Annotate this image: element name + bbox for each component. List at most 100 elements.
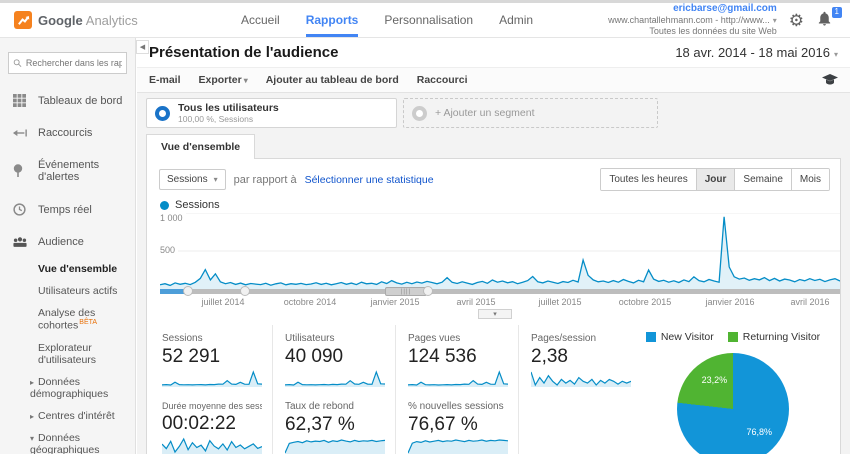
google-analytics-logo-icon bbox=[14, 11, 32, 29]
y-axis-tick: 1 000 bbox=[160, 213, 186, 223]
sidebar-item-label: Tableaux de bord bbox=[38, 94, 123, 107]
metric-card-new-sessions: % nouvelles sessions 76,67 % bbox=[406, 393, 519, 454]
add-to-dashboard-button[interactable]: Ajouter au tableau de bord bbox=[266, 74, 399, 86]
segment-all-users[interactable]: Tous les utilisateurs 100,00 %, Sessions bbox=[146, 98, 397, 128]
shortcut-button[interactable]: Raccourci bbox=[417, 74, 468, 86]
beta-badge: BÊTA bbox=[79, 319, 98, 326]
metric-select-dropdown[interactable]: Sessions ▾ bbox=[159, 169, 226, 190]
metric-value: 52 291 bbox=[162, 346, 221, 367]
series-name: Sessions bbox=[175, 199, 220, 211]
sidebar: Tableaux de bord Raccourcis Événements d… bbox=[0, 38, 136, 454]
chart-legend: Sessions bbox=[147, 193, 840, 213]
sidebar-item-label: Événements d'alertes bbox=[38, 159, 100, 183]
account-view: Toutes les données du site Web bbox=[649, 26, 777, 37]
timeline-thumb[interactable] bbox=[385, 287, 427, 296]
metric-label[interactable]: % nouvelles sessions bbox=[408, 401, 508, 412]
date-range-picker[interactable]: 18 avr. 2014 - 18 mai 2016 ▾ bbox=[675, 45, 838, 60]
metric-sparkline bbox=[408, 369, 508, 387]
add-segment-button[interactable]: + Ajouter un segment bbox=[403, 98, 658, 128]
metric-label[interactable]: Pages vues bbox=[408, 333, 508, 344]
notifications-bell-icon[interactable]: 1 bbox=[816, 7, 842, 30]
metric-row: Sessions 52 291 Utilisateurs 40 090 Page… bbox=[160, 325, 631, 393]
granularity-month-button[interactable]: Mois bbox=[791, 169, 829, 190]
sidebar-item-dashboards[interactable]: Tableaux de bord bbox=[0, 84, 135, 117]
nav-customization[interactable]: Personnalisation bbox=[384, 3, 473, 37]
sidebar-item-label: Raccourcis bbox=[38, 127, 93, 139]
account-property: www.chantallehmann.com - http://www... ▾ bbox=[608, 15, 777, 25]
brand[interactable]: Google Analytics bbox=[0, 11, 175, 29]
metric-value: 62,37 % bbox=[285, 414, 355, 435]
report-search[interactable] bbox=[8, 52, 127, 74]
sidebar-item-intelligence-events[interactable]: Événements d'alertes bbox=[0, 149, 135, 193]
sidebar-item-real-time[interactable]: Temps réel bbox=[0, 193, 135, 226]
y-axis-tick: 500 bbox=[160, 245, 179, 255]
report-content: Tous les utilisateurs 100,00 %, Sessions… bbox=[137, 93, 850, 454]
metric-value: 76,67 % bbox=[408, 414, 478, 435]
x-axis-tick: octobre 2014 bbox=[283, 297, 337, 307]
timeline-handle[interactable] bbox=[183, 286, 193, 296]
select-metric-link[interactable]: Sélectionner une statistique bbox=[305, 174, 434, 186]
metric-row: Durée moyenne des sessions 00:02:22 Taux… bbox=[160, 393, 626, 454]
legend-swatch-icon bbox=[727, 332, 738, 342]
metric-label[interactable]: Durée moyenne des sessions bbox=[162, 401, 262, 411]
timeline-scrollbar[interactable] bbox=[160, 286, 840, 296]
sidebar-item-overview[interactable]: Vue d'ensemble bbox=[0, 258, 135, 280]
pie[interactable]: 76,8% 23,2% bbox=[677, 353, 789, 454]
sidebar-item-geo[interactable]: Données géographiques bbox=[0, 427, 135, 454]
add-segment-label: + Ajouter un segment bbox=[435, 107, 535, 119]
sidebar-item-interests[interactable]: Centres d'intérêt bbox=[0, 405, 135, 427]
chart-collapse-button[interactable]: ▾ bbox=[478, 309, 512, 319]
intelligence-insights-icon[interactable] bbox=[822, 74, 838, 86]
metric-label[interactable]: Sessions bbox=[162, 333, 262, 344]
sessions-line-chart: 1 000 500 juillet 2014 octobre 2014 janv… bbox=[160, 213, 840, 321]
export-button[interactable]: Exporter ▾ bbox=[199, 74, 248, 86]
settings-gear-icon[interactable]: ⚙ bbox=[789, 12, 804, 29]
line-plot bbox=[160, 213, 840, 289]
account-switcher[interactable]: ericbarse@gmail.com www.chantallehmann.c… bbox=[608, 3, 777, 38]
metric-label[interactable]: Utilisateurs bbox=[285, 333, 385, 344]
sidebar-item-audience[interactable]: Audience bbox=[0, 226, 135, 258]
email-button[interactable]: E-mail bbox=[149, 74, 181, 86]
report-action-bar: E-mail Exporter ▾ Ajouter au tableau de b… bbox=[137, 67, 850, 93]
x-axis: juillet 2014 octobre 2014 janvier 2015 a… bbox=[160, 297, 840, 309]
search-input[interactable] bbox=[25, 58, 122, 68]
metric-card-pageviews: Pages vues 124 536 bbox=[406, 325, 519, 393]
account-email: ericbarse@gmail.com bbox=[673, 2, 777, 14]
metric-label[interactable]: Taux de rebond bbox=[285, 401, 385, 412]
granularity-week-button[interactable]: Semaine bbox=[735, 169, 792, 190]
metric-card-bounce-rate: Taux de rebond 62,37 % bbox=[283, 393, 396, 454]
x-axis-tick: janvier 2016 bbox=[705, 297, 755, 307]
chevron-down-icon: ▾ bbox=[833, 50, 838, 59]
sidebar-item-shortcuts[interactable]: Raccourcis bbox=[0, 117, 135, 149]
metric-card-avg-duration: Durée moyenne des sessions 00:02:22 bbox=[160, 393, 273, 454]
metric-sparkline bbox=[162, 369, 262, 387]
timeline-handle[interactable] bbox=[240, 286, 250, 296]
audience-people-icon bbox=[13, 236, 28, 248]
metric-card-users: Utilisateurs 40 090 bbox=[283, 325, 396, 393]
segment-subtitle: 100,00 %, Sessions bbox=[178, 114, 254, 125]
sidebar-item-active-users[interactable]: Utilisateurs actifs bbox=[0, 280, 135, 302]
granularity-hourly-button[interactable]: Toutes les heures bbox=[601, 169, 697, 190]
chevron-down-icon: ▾ bbox=[213, 175, 218, 184]
granularity-day-button[interactable]: Jour bbox=[696, 169, 736, 190]
dashboards-grid-icon bbox=[13, 94, 28, 107]
sidebar-item-user-explorer[interactable]: Explorateur d'utilisateurs bbox=[0, 337, 135, 371]
brand-analytics-label: Analytics bbox=[85, 12, 138, 28]
sidebar-collapse-button[interactable]: ◀ bbox=[136, 40, 149, 54]
sidebar-item-demographics[interactable]: Données démographiques bbox=[0, 371, 135, 405]
nav-admin[interactable]: Admin bbox=[499, 3, 533, 37]
metric-sparkline bbox=[408, 437, 508, 454]
segment-donut-icon bbox=[155, 105, 170, 121]
metric-value: 40 090 bbox=[285, 346, 344, 367]
timeline-handle[interactable] bbox=[423, 286, 433, 296]
metric-label[interactable]: Pages/session bbox=[531, 333, 631, 344]
nav-home[interactable]: Accueil bbox=[241, 3, 280, 37]
nav-reports[interactable]: Rapports bbox=[305, 3, 359, 37]
sidebar-item-cohort-analysis[interactable]: Analyse des cohortesBÊTA bbox=[0, 302, 135, 337]
topbar-right: ericbarse@gmail.com www.chantallehmann.c… bbox=[608, 3, 850, 38]
tab-overview[interactable]: Vue d'ensemble bbox=[146, 134, 256, 159]
report-header: Présentation de l'audience 18 avr. 2014 … bbox=[137, 38, 850, 67]
notification-count-badge: 1 bbox=[831, 7, 842, 18]
clock-icon bbox=[13, 203, 28, 216]
vs-label: par rapport à bbox=[233, 173, 297, 186]
